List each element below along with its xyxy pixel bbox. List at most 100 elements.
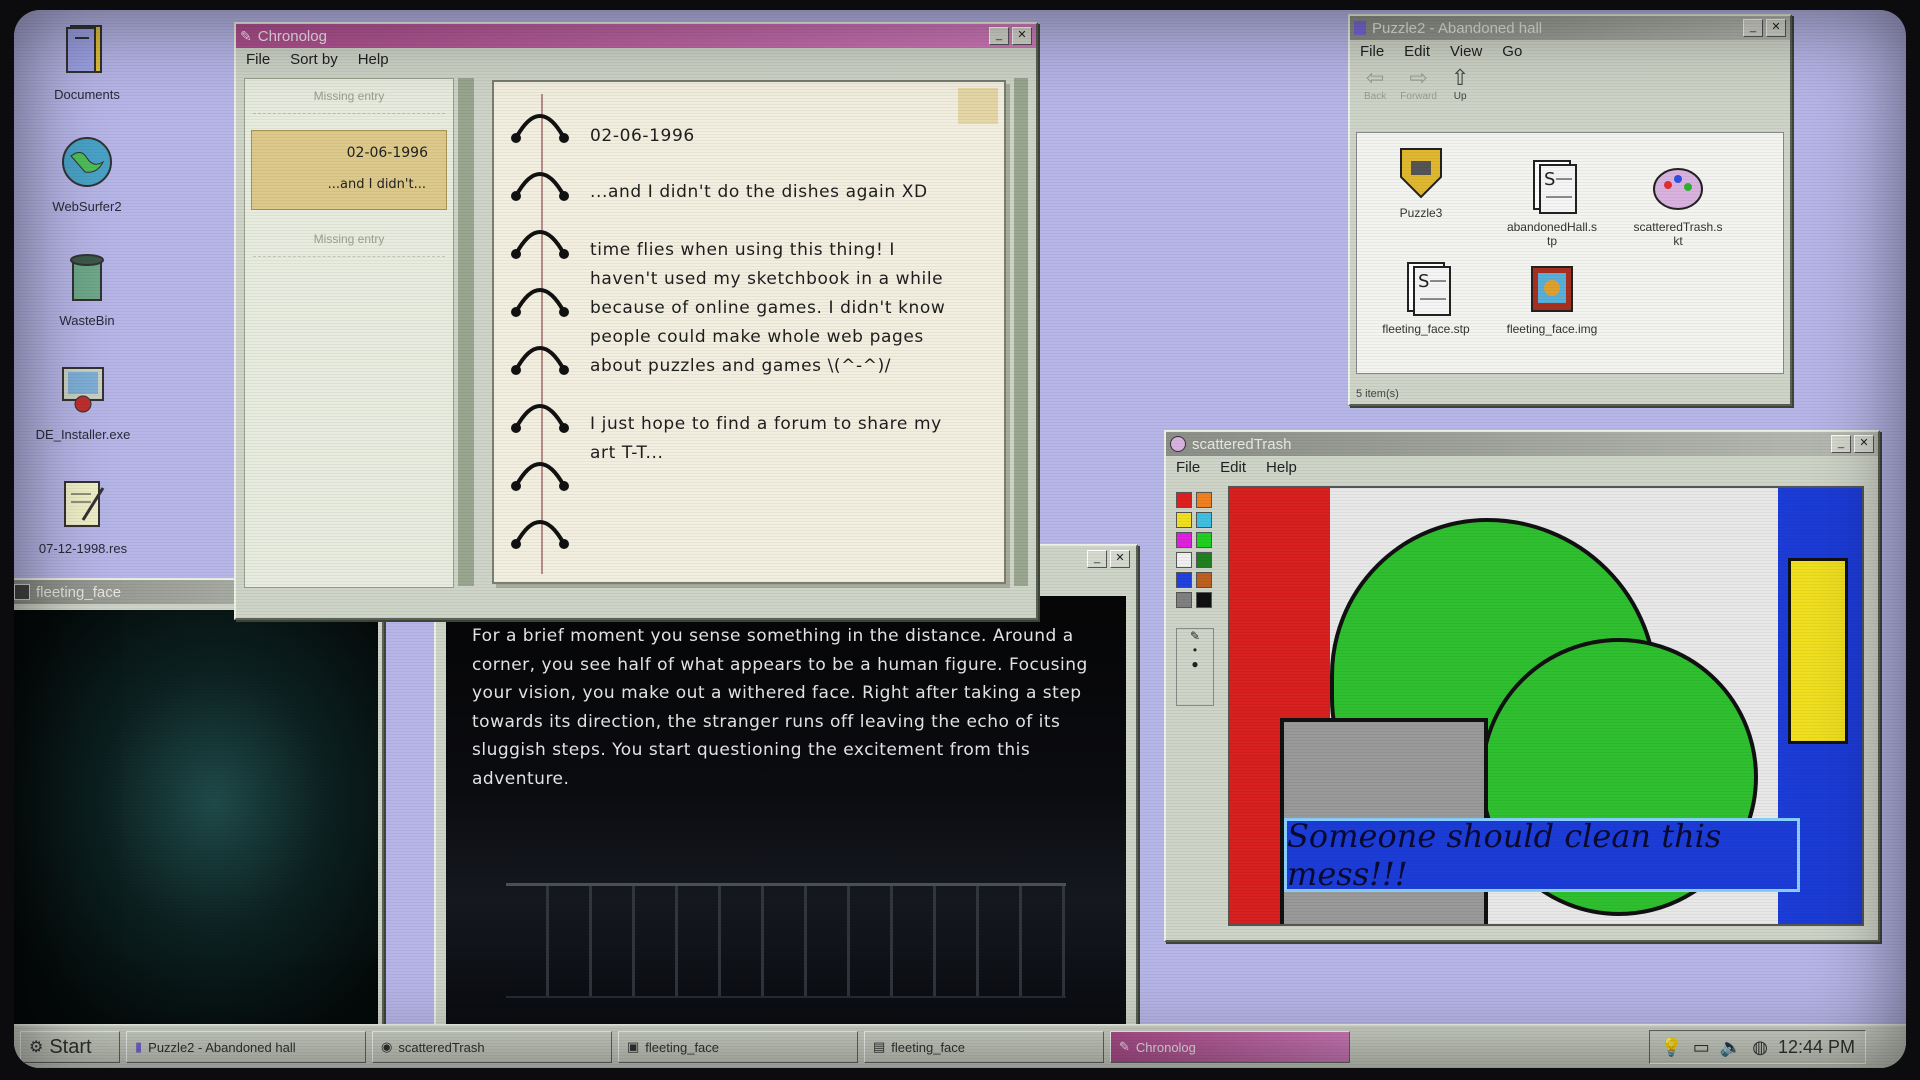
- title-bar[interactable]: ✎ Chronolog _ ✕: [236, 24, 1036, 48]
- svg-text:S: S: [1544, 169, 1555, 190]
- entry-missing[interactable]: Missing entry: [253, 222, 445, 257]
- minimize-button[interactable]: _: [1831, 435, 1851, 453]
- desktop-icon-documents[interactable]: Documents: [32, 20, 142, 102]
- start-button[interactable]: ⚙ Start: [20, 1031, 120, 1063]
- up-label: Up: [1453, 91, 1467, 102]
- toolbar: ⇦ Back ⇨ Forward ⇧ Up: [1350, 63, 1790, 111]
- minimize-button[interactable]: _: [989, 27, 1009, 45]
- menu-help[interactable]: Help: [1266, 459, 1297, 476]
- start-label: Start: [49, 1035, 92, 1058]
- menu-sort-by[interactable]: Sort by: [290, 51, 338, 68]
- computer-icon: [62, 367, 104, 413]
- minimize-button[interactable]: _: [1743, 19, 1763, 37]
- yellow-sign: [1788, 558, 1848, 744]
- desktop-icon-res-file[interactable]: 07-12-1998.res: [28, 474, 138, 556]
- entry-selected[interactable]: 02-06-1996 ...and I didn't...: [251, 130, 447, 210]
- taskbar-item-explorer[interactable]: ▮ Puzzle2 - Abandoned hall: [126, 1031, 366, 1063]
- tool-panel: ✎ • ●: [1176, 628, 1214, 706]
- taskbar-item-fleeting-stp[interactable]: ▤ fleeting_face: [864, 1031, 1104, 1063]
- menu-bar: File Edit View Go: [1350, 40, 1790, 63]
- menu-file[interactable]: File: [1360, 43, 1384, 60]
- dark-figure-image: [14, 610, 378, 1036]
- taskbar-item-chronolog[interactable]: ✎ Chronolog: [1110, 1031, 1350, 1063]
- color-swatch[interactable]: [1176, 492, 1192, 508]
- menu-view[interactable]: View: [1450, 43, 1482, 60]
- entry-missing[interactable]: Missing entry: [253, 79, 445, 114]
- color-swatch[interactable]: [1176, 572, 1192, 588]
- forward-button[interactable]: ⇨ Forward: [1400, 65, 1437, 109]
- desktop-icon-wastebin[interactable]: WasteBin: [32, 246, 142, 328]
- taskbar-item-paint[interactable]: ◉ scatteredTrash: [372, 1031, 612, 1063]
- dot-small-icon[interactable]: •: [1177, 643, 1213, 657]
- menu-edit[interactable]: Edit: [1220, 459, 1246, 476]
- shield-folder-icon: [1400, 148, 1442, 199]
- title-bar[interactable]: Puzzle2 - Abandoned hall _ ✕: [1350, 16, 1790, 40]
- notebook-icon: [66, 25, 102, 73]
- close-button[interactable]: ✕: [1766, 19, 1786, 37]
- file-item[interactable]: S abandonedHall.s tp: [1497, 143, 1607, 262]
- paint-window[interactable]: scatteredTrash _ ✕ File Edit Help ✎ • ● …: [1164, 430, 1880, 942]
- fleeting-face-window[interactable]: fleeting_face: [14, 578, 384, 1042]
- up-button[interactable]: ⇧ Up: [1451, 65, 1469, 109]
- file-name: abandonedHall.s tp: [1506, 220, 1598, 248]
- dot-large-icon[interactable]: ●: [1177, 657, 1213, 671]
- pencil-icon[interactable]: ✎: [1177, 629, 1213, 643]
- speaker-icon[interactable]: 🔈: [1720, 1037, 1742, 1058]
- color-swatch[interactable]: [1196, 532, 1212, 548]
- story-scene: For a brief moment you sense something i…: [446, 596, 1126, 1028]
- scrollbar[interactable]: [458, 78, 474, 586]
- minimize-button[interactable]: _: [1087, 550, 1107, 568]
- color-swatch[interactable]: [1176, 552, 1192, 568]
- menu-help[interactable]: Help: [358, 51, 389, 68]
- color-swatch[interactable]: [1176, 532, 1192, 548]
- color-swatch[interactable]: [1196, 552, 1212, 568]
- window-title: scatteredTrash: [1192, 435, 1292, 453]
- title-bar[interactable]: scatteredTrash _ ✕: [1166, 432, 1878, 456]
- color-swatch[interactable]: [1176, 512, 1192, 528]
- color-swatch[interactable]: [1196, 572, 1212, 588]
- close-button[interactable]: ✕: [1110, 550, 1130, 568]
- explorer-window[interactable]: Puzzle2 - Abandoned hall _ ✕ File Edit V…: [1348, 14, 1792, 406]
- back-label: Back: [1364, 91, 1387, 102]
- clock: 12:44 PM: [1777, 1036, 1855, 1057]
- image-icon: ▣: [627, 1039, 640, 1054]
- file-item[interactable]: Puzzle3: [1371, 143, 1471, 220]
- palette-icon: ◉: [381, 1039, 393, 1054]
- paint-canvas[interactable]: Someone should clean this mess!!!: [1228, 486, 1864, 926]
- network-icon[interactable]: ▭: [1693, 1037, 1710, 1058]
- taskbar-item-fleeting-img[interactable]: ▣ fleeting_face: [618, 1031, 858, 1063]
- desktop-icon-installer[interactable]: DE_Installer.exe: [28, 360, 138, 442]
- close-button[interactable]: ✕: [1854, 435, 1874, 453]
- journal-line: about puzzles and games \(^-^)/: [590, 356, 892, 376]
- menu-file[interactable]: File: [246, 51, 270, 68]
- status-bar: 5 item(s): [1356, 388, 1399, 400]
- color-swatch[interactable]: [1196, 592, 1212, 608]
- file-name: scatteredTrash.s kt: [1633, 220, 1723, 248]
- window-title: Puzzle2 - Abandoned hall: [1372, 19, 1543, 37]
- pen-icon: ✎: [240, 27, 252, 44]
- desktop-icon-label: Documents: [54, 87, 120, 102]
- file-item[interactable]: scatteredTrash.s kt: [1623, 143, 1733, 262]
- script-icon: ▤: [873, 1039, 886, 1054]
- globe-icon[interactable]: ◍: [1752, 1037, 1768, 1058]
- chronolog-window[interactable]: ✎ Chronolog _ ✕ File Sort by Help Missin…: [234, 22, 1038, 620]
- caption-text: Someone should clean this mess!!!: [1287, 817, 1722, 893]
- color-swatch[interactable]: [1176, 592, 1192, 608]
- menu-go[interactable]: Go: [1502, 43, 1522, 60]
- color-palette: [1176, 492, 1212, 608]
- menu-edit[interactable]: Edit: [1404, 43, 1430, 60]
- menu-bar: File Edit Help: [1166, 456, 1878, 479]
- menu-file[interactable]: File: [1176, 459, 1200, 476]
- journal-line: people could make whole web pages: [590, 327, 924, 347]
- file-item[interactable]: S fleeting_face.stp: [1371, 259, 1481, 336]
- globe-icon: [62, 137, 112, 187]
- file-name: Puzzle3: [1399, 206, 1443, 220]
- back-button[interactable]: ⇦ Back: [1364, 65, 1386, 109]
- page-scrollbar[interactable]: [1014, 78, 1028, 586]
- color-swatch[interactable]: [1196, 512, 1212, 528]
- close-button[interactable]: ✕: [1012, 27, 1032, 45]
- desktop-icon-websurfer[interactable]: WebSurfer2: [32, 132, 142, 214]
- lightbulb-icon[interactable]: 💡: [1660, 1037, 1682, 1058]
- file-item[interactable]: fleeting_face.img: [1497, 259, 1607, 336]
- color-swatch[interactable]: [1196, 492, 1212, 508]
